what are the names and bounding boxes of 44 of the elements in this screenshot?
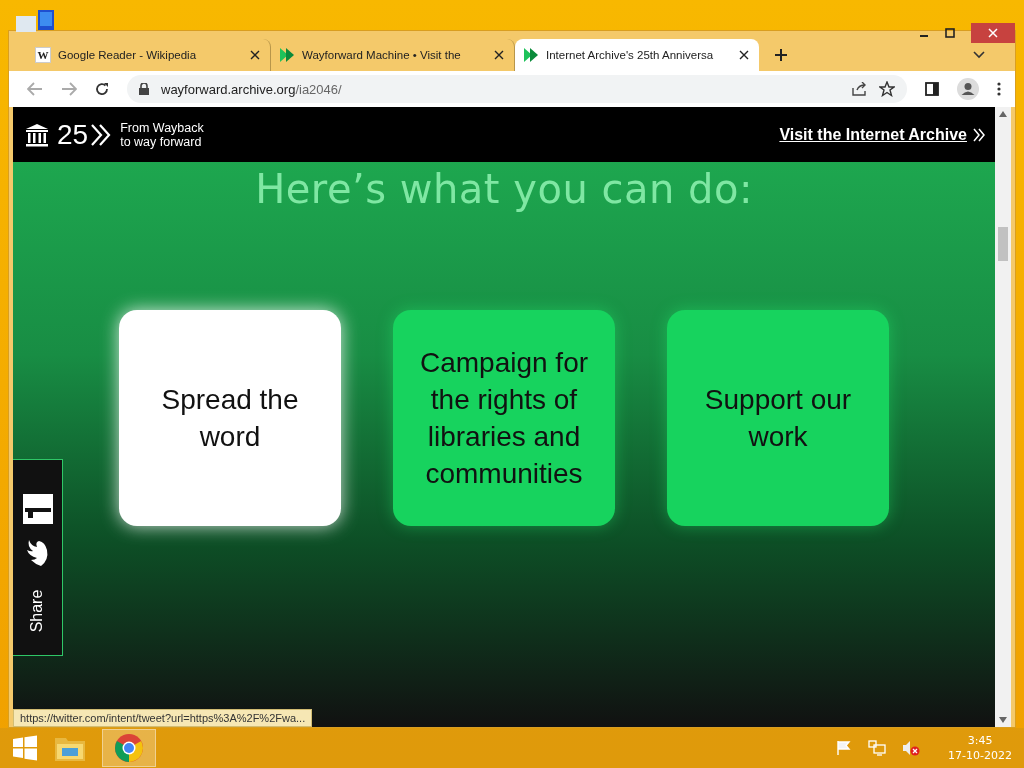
arrow-icon bbox=[279, 47, 295, 63]
tab-title: Wayforward Machine • Visit the bbox=[302, 49, 462, 61]
double-chevron-icon bbox=[90, 122, 113, 147]
logo-text[interactable]: 25 bbox=[57, 118, 89, 151]
close-icon[interactable] bbox=[739, 50, 749, 60]
scroll-up-icon[interactable] bbox=[999, 111, 1007, 117]
wikipedia-icon: W bbox=[35, 47, 51, 63]
double-chevron-icon bbox=[973, 127, 985, 142]
share-icon[interactable] bbox=[851, 82, 867, 96]
side-panel-icon[interactable] bbox=[925, 82, 939, 96]
tab-title: Google Reader - Wikipedia bbox=[58, 49, 198, 61]
tagline-text: to way forward bbox=[120, 134, 202, 149]
tagline-text: From Wayback bbox=[120, 120, 204, 135]
arrow-icon bbox=[523, 47, 539, 63]
close-icon[interactable] bbox=[250, 50, 260, 60]
section-heading: Here’s what you can do: bbox=[255, 166, 753, 212]
taskbar-button[interactable] bbox=[102, 729, 156, 767]
muted-speaker-icon[interactable] bbox=[902, 740, 921, 756]
chrome-icon bbox=[114, 733, 144, 763]
scroll-down-icon[interactable] bbox=[999, 717, 1007, 723]
action-card[interactable]: Spread the word bbox=[119, 310, 341, 526]
menu-icon[interactable] bbox=[997, 82, 1001, 96]
action-card[interactable]: Support our work bbox=[667, 310, 889, 526]
profile-icon[interactable] bbox=[957, 78, 979, 100]
visit-archive-link[interactable]: Visit the Internet Archive bbox=[779, 125, 967, 144]
status-url: https://twitter.com/intent/tweet?url=https%3A%2F%2Fwa... bbox=[13, 709, 313, 727]
close-icon bbox=[988, 28, 998, 38]
scrollbar-thumb[interactable] bbox=[998, 227, 1008, 261]
star-icon[interactable] bbox=[879, 81, 895, 97]
maximize-icon[interactable] bbox=[945, 28, 955, 38]
address-bar[interactable]: wayforward.archive.org/ia2046/ bbox=[127, 75, 907, 103]
action-card[interactable]: Campaign for the rights of libraries and communities bbox=[393, 310, 615, 526]
share-label[interactable]: Share bbox=[28, 589, 47, 633]
windows-start-icon[interactable] bbox=[12, 735, 38, 761]
scrollbar[interactable] bbox=[995, 107, 1011, 727]
close-icon[interactable] bbox=[494, 50, 504, 60]
chevron-down-icon[interactable] bbox=[973, 51, 985, 59]
archive-building-icon[interactable] bbox=[25, 122, 49, 147]
browser-tab[interactable]: Internet Archive's 25th Anniversa bbox=[515, 39, 759, 71]
reload-icon[interactable] bbox=[95, 82, 109, 96]
lock-icon bbox=[139, 83, 149, 95]
tab-title: Internet Archive's 25th Anniversa bbox=[546, 49, 715, 61]
url-text: wayforward.archive.org/ia2046/ bbox=[161, 81, 342, 97]
new-tab-icon[interactable] bbox=[775, 49, 787, 61]
